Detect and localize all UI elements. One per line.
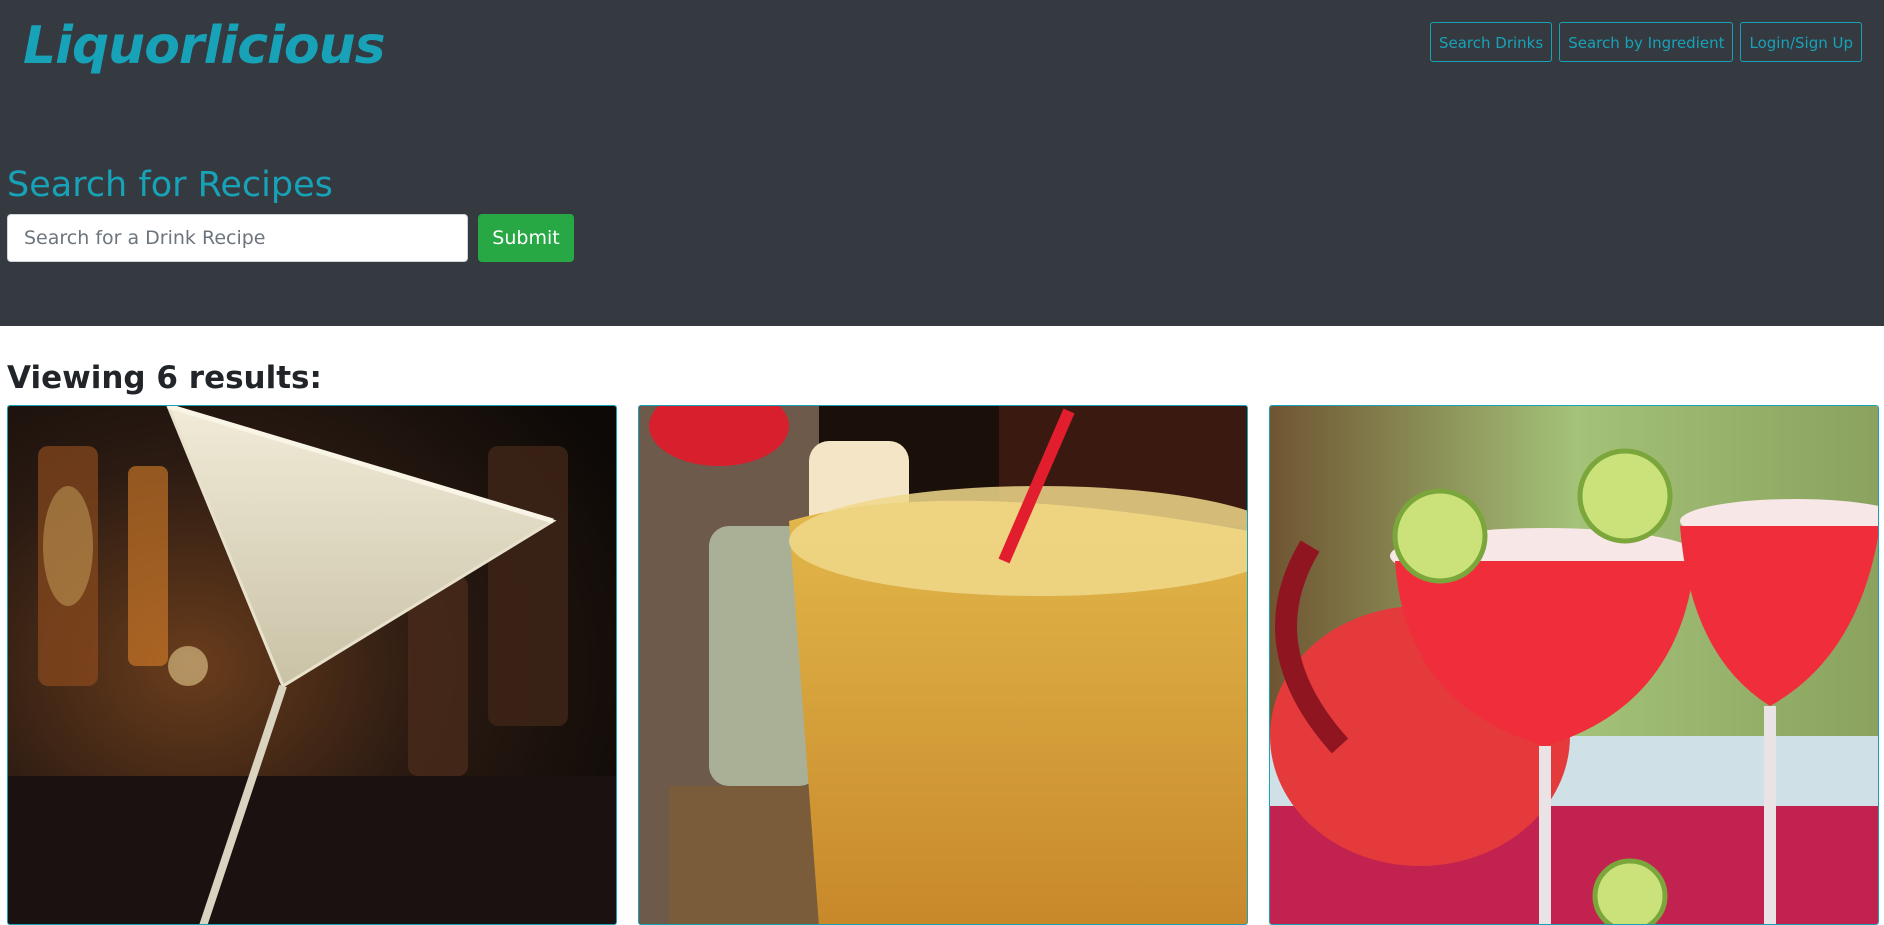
results-heading: Viewing 6 results: <box>7 360 322 396</box>
search-title: Search for Recipes <box>7 165 333 205</box>
result-card-red-margarita[interactable] <box>1269 405 1879 925</box>
submit-button[interactable]: Submit <box>478 214 574 262</box>
brand-logo[interactable]: Liquorlicious <box>23 10 386 82</box>
search-input[interactable] <box>7 214 468 262</box>
result-card-yellow-drink[interactable] <box>638 405 1248 925</box>
search-by-ingredient-button[interactable]: Search by Ingredient <box>1559 22 1734 62</box>
login-signup-button[interactable]: Login/Sign Up <box>1740 22 1862 62</box>
search-drinks-button[interactable]: Search Drinks <box>1429 22 1553 62</box>
result-card-martini[interactable] <box>7 405 617 925</box>
martini-glass-drink-photo <box>8 406 616 924</box>
top-nav: Search Drinks Search by Ingredient Login… <box>1429 22 1862 62</box>
iced-yellow-drink-with-straw-photo <box>639 406 1247 924</box>
red-margarita-with-lime-photo <box>1270 406 1878 924</box>
site-header: Liquorlicious Search Drinks Search by In… <box>0 0 1884 326</box>
